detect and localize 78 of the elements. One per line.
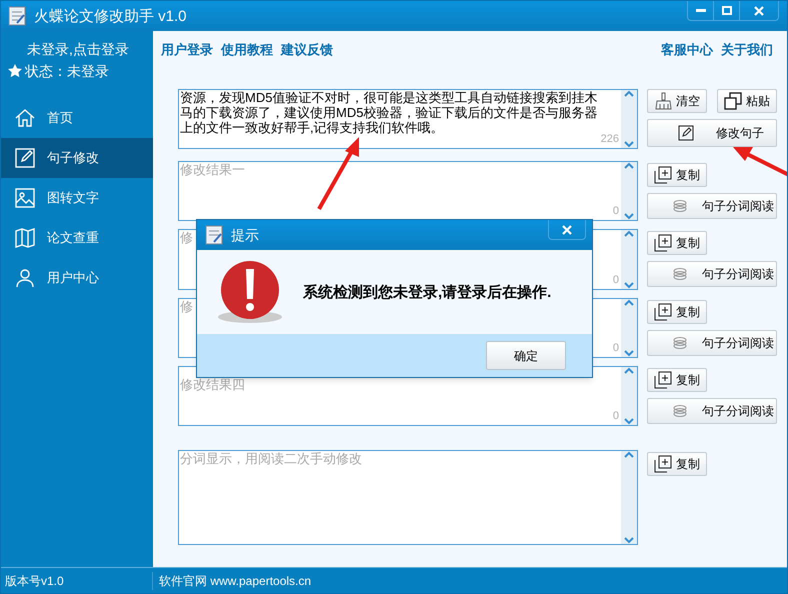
nav-item[interactable]: 用户中心 bbox=[1, 258, 153, 298]
nav-item[interactable]: 句子修改 bbox=[1, 138, 153, 178]
nav-item[interactable]: 首页 bbox=[1, 98, 153, 138]
layers-icon bbox=[672, 199, 688, 213]
menu-link[interactable]: 用户登录 bbox=[161, 40, 213, 60]
nav-item[interactable]: 图转文字 bbox=[1, 178, 153, 218]
char-count: 0 bbox=[612, 272, 619, 288]
scrollbar[interactable] bbox=[621, 90, 637, 148]
maximize-icon bbox=[722, 6, 732, 15]
read-sentence-button[interactable]: 句子分词阅读 bbox=[647, 398, 777, 424]
scroll-down-icon bbox=[624, 349, 634, 357]
copy-icon bbox=[654, 371, 672, 389]
scroll-up-icon bbox=[624, 230, 634, 238]
edit-icon bbox=[678, 125, 694, 141]
read-sentence-button[interactable]: 句子分词阅读 bbox=[647, 330, 777, 356]
scrollbar[interactable] bbox=[621, 299, 637, 357]
scroll-up-icon bbox=[624, 90, 634, 98]
login-status: 状态：未登录 bbox=[25, 63, 109, 79]
copy-button[interactable]: 复制 bbox=[647, 368, 707, 392]
copy-icon bbox=[654, 303, 672, 321]
scrollbar[interactable] bbox=[621, 367, 637, 425]
scroll-down-icon bbox=[624, 140, 634, 148]
paste-icon bbox=[724, 92, 742, 110]
scroll-down-icon bbox=[624, 281, 634, 289]
scroll-down-icon bbox=[624, 212, 634, 220]
menu-link[interactable]: 客服中心 bbox=[661, 40, 713, 60]
layers-icon bbox=[672, 404, 688, 418]
dialog-icon bbox=[205, 225, 223, 245]
dialog-message: 系统检测到您未登录,请登录后在操作. bbox=[303, 284, 552, 300]
scroll-down-icon bbox=[624, 417, 634, 425]
char-count: 0 bbox=[612, 408, 619, 424]
map-icon bbox=[13, 226, 37, 250]
copy-button[interactable]: 复制 bbox=[647, 300, 707, 324]
version-label: 版本号v1.0 bbox=[1, 572, 153, 590]
image-icon bbox=[13, 186, 37, 210]
scroll-up-icon bbox=[624, 162, 634, 170]
copy-button[interactable]: 复制 bbox=[647, 231, 707, 255]
copy-icon bbox=[654, 166, 672, 184]
dialog-close-button[interactable] bbox=[548, 220, 586, 240]
copy-icon bbox=[654, 234, 672, 252]
menu-link[interactable]: 使用教程 bbox=[221, 40, 273, 60]
close-icon bbox=[562, 224, 572, 234]
char-count: 226 bbox=[600, 132, 619, 146]
brush-icon bbox=[654, 92, 672, 110]
copy-button[interactable]: 复制 bbox=[647, 452, 707, 476]
read-sentence-button[interactable]: 句子分词阅读 bbox=[647, 261, 777, 287]
error-icon bbox=[217, 260, 283, 324]
scrollbar[interactable] bbox=[621, 162, 637, 220]
ok-button[interactable]: 确定 bbox=[486, 341, 566, 370]
window-title: 火蝶论文修改助手 v1.0 bbox=[34, 7, 187, 27]
clear-button[interactable]: 清空 bbox=[647, 89, 707, 113]
close-icon bbox=[754, 6, 764, 16]
layers-icon bbox=[672, 336, 688, 350]
scroll-down-icon bbox=[624, 536, 634, 544]
text-input-field[interactable]: 资源，发现MD5值验证不对时，很可能是这类型工具自动链接搜索到挂木马的下载资源了，建议使用MD5校验器，验证下载后的文件是否与服务器上的文件一致改好帮手,记得支持我们软件哦。 226 bbox=[178, 89, 638, 149]
copy-icon bbox=[654, 455, 672, 473]
app-logo-icon bbox=[8, 6, 26, 26]
dialog-title: 提示 bbox=[231, 226, 259, 244]
scroll-up-icon bbox=[624, 367, 634, 375]
star-icon bbox=[7, 63, 23, 79]
scroll-up-icon bbox=[624, 299, 634, 307]
copy-button[interactable]: 复制 bbox=[647, 163, 707, 187]
nav-item[interactable]: 论文查重 bbox=[1, 218, 153, 258]
read-sentence-button[interactable]: 句子分词阅读 bbox=[647, 193, 777, 219]
edit-icon bbox=[13, 146, 37, 170]
char-count: 0 bbox=[612, 204, 619, 218]
layers-icon bbox=[672, 267, 688, 281]
scrollbar[interactable] bbox=[621, 451, 637, 544]
edit-sentence-button[interactable]: 修改句子 bbox=[647, 119, 777, 147]
char-count: 0 bbox=[612, 340, 619, 356]
scroll-up-icon bbox=[624, 451, 634, 459]
website-label: 软件官网 www.papertools.cn bbox=[158, 572, 312, 590]
menu-link[interactable]: 建议反馈 bbox=[281, 40, 333, 60]
menu-link[interactable]: 关于我们 bbox=[721, 40, 773, 60]
login-link[interactable]: 未登录,点击登录 bbox=[27, 41, 153, 57]
minimize-icon bbox=[696, 9, 706, 12]
paste-button[interactable]: 粘贴 bbox=[717, 89, 777, 113]
scrollbar[interactable] bbox=[621, 230, 637, 289]
